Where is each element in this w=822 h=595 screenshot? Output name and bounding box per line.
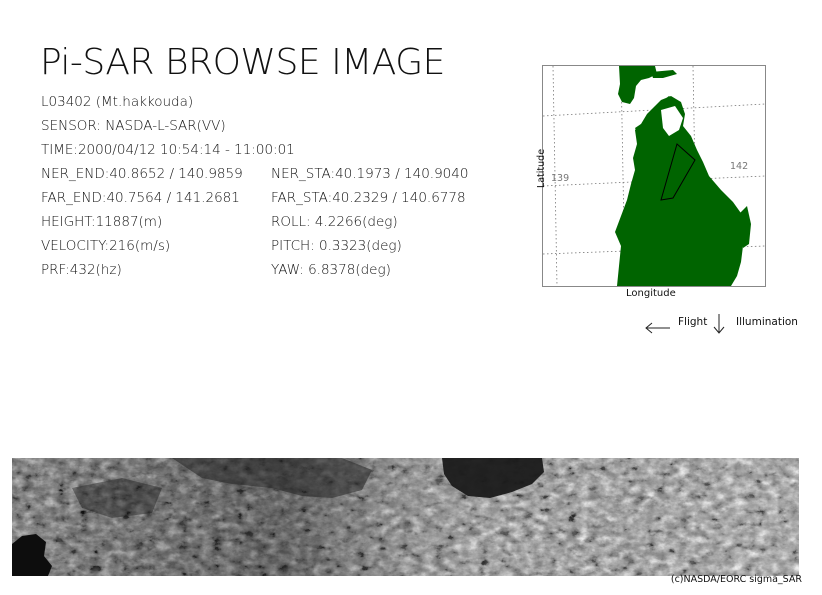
flight-label: Flight [678,316,708,328]
copyright-credit: (c)NASDA/EORC sigma_SAR [670,574,802,585]
far-start-coord: FAR_STA:40.2329 / 140.6778 [271,190,466,206]
lon-label-139: 139 [551,173,570,184]
location-map: 139 142 [542,65,766,287]
illumination-arrow-icon [712,313,726,339]
far-end-coord: FAR_END:40.7564 / 141.2681 [41,190,240,206]
page-title: Pi-SAR BROWSE IMAGE [40,42,445,83]
near-start-coord: NER_STA:40.1973 / 140.9040 [271,166,469,182]
prf-value: PRF:432(hz) [41,262,122,278]
longitude-axis-label: Longitude [626,288,676,299]
land-mass [615,66,751,286]
roll-value: ROLL: 4.2266(deg) [271,214,398,230]
illumination-label: Illumination [736,316,798,328]
map-graphic [543,66,765,286]
yaw-value: YAW: 6.8378(deg) [271,262,391,278]
pitch-value: PITCH: 0.3323(deg) [271,238,402,254]
velocity-value: VELOCITY:216(m/s) [41,238,171,254]
near-end-coord: NER_END:40.8652 / 140.9859 [41,166,243,182]
height-value: HEIGHT:11887(m) [41,214,163,230]
sensor-info: SENSOR: NASDA-L-SAR(VV) [41,118,226,134]
time-info: TIME:2000/04/12 10:54:14 - 11:00:01 [41,142,295,158]
sar-browse-image [12,458,799,576]
lon-label-142: 142 [730,161,749,172]
scene-id: L03402 (Mt.hakkouda) [41,94,194,110]
flight-arrow-icon [644,319,672,338]
latitude-axis-label: Latitude [536,148,548,189]
